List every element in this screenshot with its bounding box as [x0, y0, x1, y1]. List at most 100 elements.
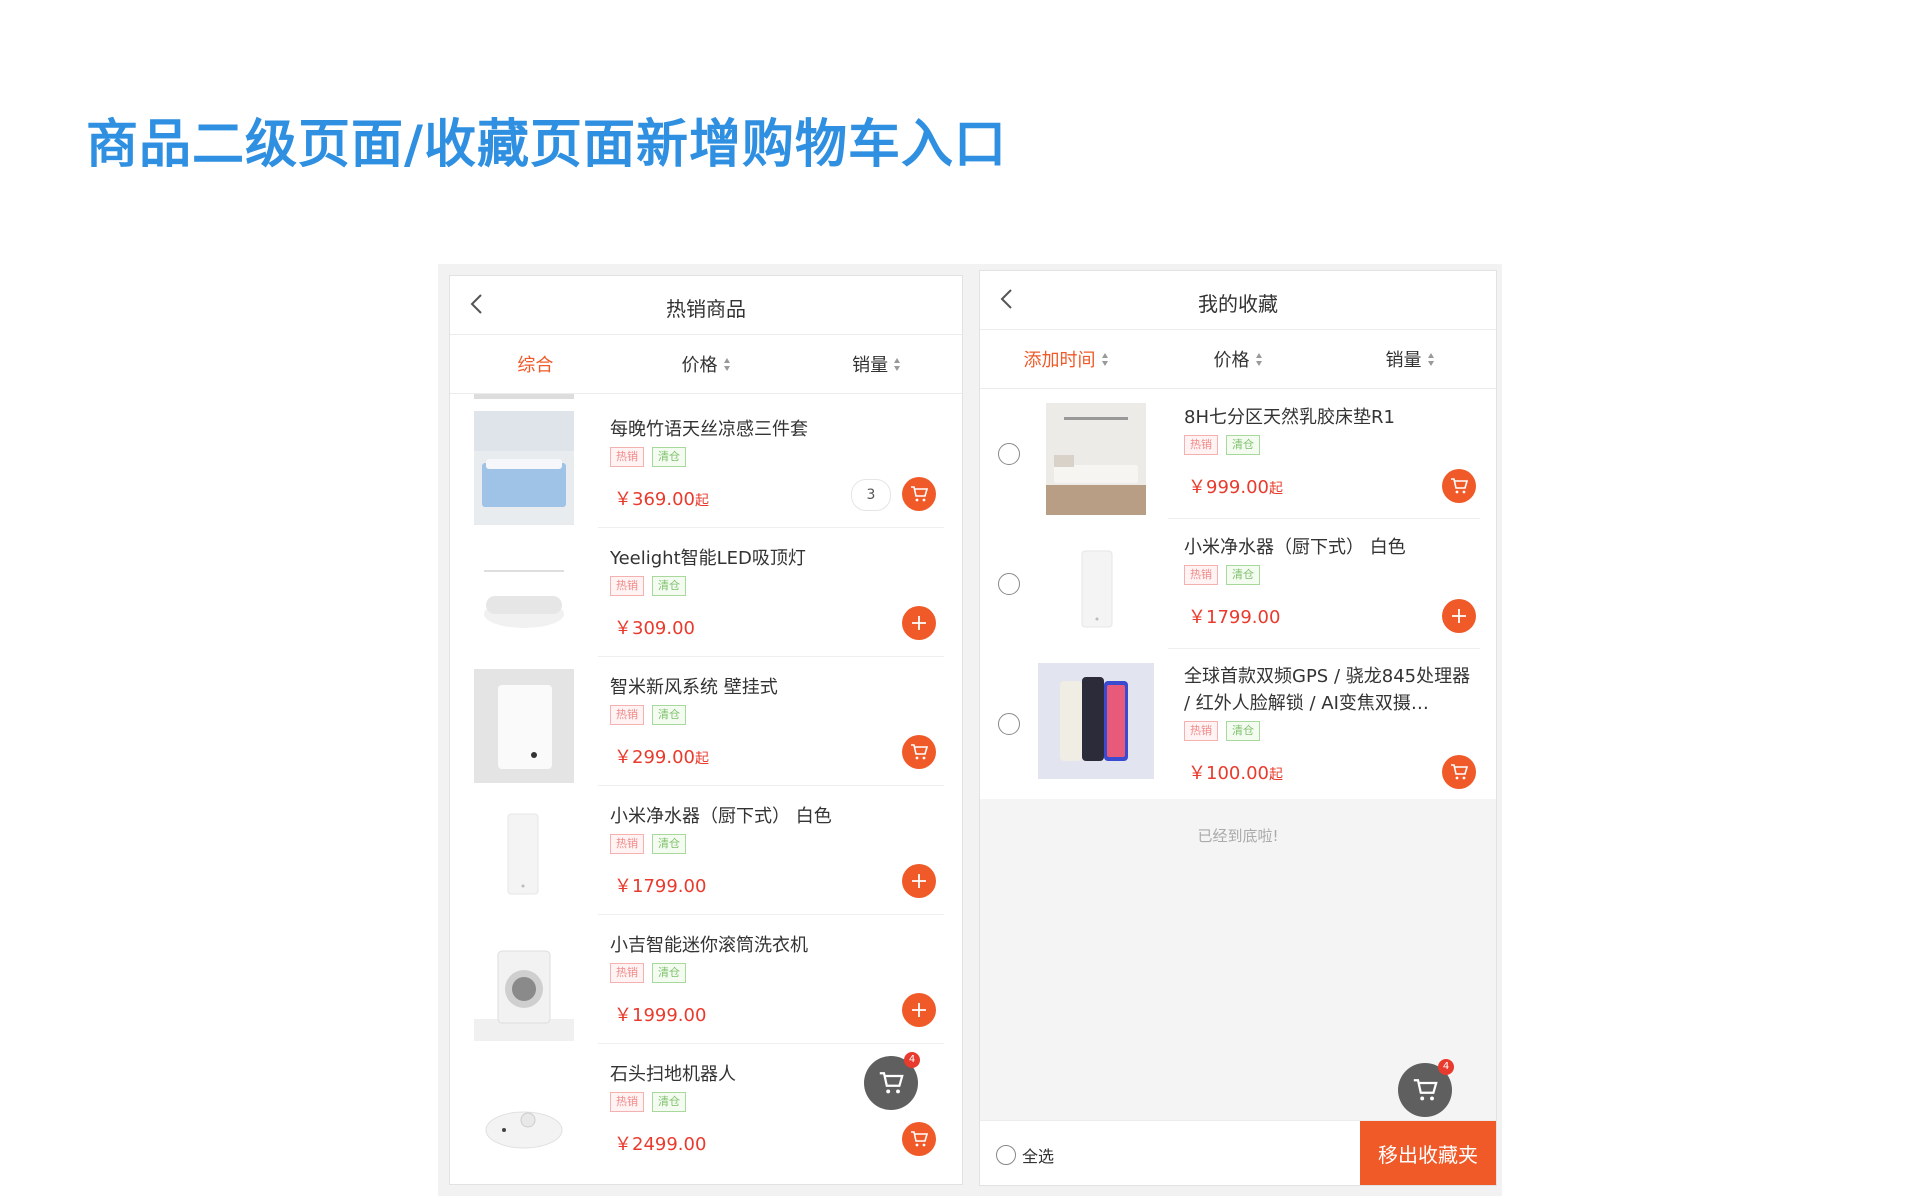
favorites-list: 8H七分区天然乳胶床垫R1 热销 清仓 ￥999.00起 小米净水器（厨下式） 白… [980, 389, 1496, 799]
hot-tag: 热销 [610, 576, 644, 596]
product-name: 每晚竹语天丝凉感三件套 [610, 419, 808, 440]
hot-tag: 热销 [610, 1092, 644, 1112]
sort-sales[interactable]: 销量 [1324, 330, 1496, 388]
remove-from-favorites-button[interactable]: 移出收藏夹 [1360, 1121, 1496, 1185]
add-button[interactable] [902, 606, 936, 640]
add-button[interactable] [902, 864, 936, 898]
page-title: 商品二级页面/收藏页面新增购物车入口 [86, 115, 1007, 175]
list-item[interactable]: 小米净水器（厨下式） 白色 热销 清仓 ￥1799.00 [980, 519, 1496, 649]
product-name: 小吉智能迷你滚筒洗衣机 [610, 935, 808, 956]
hot-products-screen: 热销商品 综合 价格 销量 每晚竹语天丝凉感三件套 热销 清仓 ￥369.00起 … [449, 275, 963, 1185]
clearance-tag: 清仓 [652, 1092, 686, 1112]
product-image [474, 669, 574, 783]
list-item[interactable]: 全球首款双频GPS / 骁龙845处理器 / 红外人脸解锁 / AI变焦双摄… … [980, 649, 1496, 799]
sort-comprehensive[interactable]: 综合 [450, 335, 621, 393]
price-value: ￥1999.00 [614, 1005, 707, 1026]
cart-icon [879, 1072, 904, 1094]
product-image [1038, 663, 1154, 779]
nav-bar: 我的收藏 [980, 271, 1496, 330]
add-button[interactable] [902, 993, 936, 1027]
add-to-cart-button[interactable] [902, 477, 936, 511]
cart-count-badge: 4 [1438, 1059, 1454, 1075]
product-image [1046, 403, 1146, 515]
sort-sales[interactable]: 销量 [791, 335, 962, 393]
price-value: ￥1799.00 [1188, 607, 1281, 628]
hot-tag: 热销 [610, 447, 644, 467]
product-price: ￥369.00起 [614, 485, 709, 511]
product-name: 石头扫地机器人 [610, 1064, 736, 1085]
sort-arrows-icon [1101, 352, 1109, 366]
add-to-cart-button[interactable] [902, 735, 936, 769]
product-price: ￥2499.00 [614, 1130, 706, 1156]
hot-tag: 热销 [610, 834, 644, 854]
product-image [474, 927, 574, 1041]
floating-cart-button[interactable]: 4 [1398, 1059, 1454, 1117]
list-item[interactable]: 小吉智能迷你滚筒洗衣机 热销 清仓 ￥1999.00 [450, 915, 962, 1044]
clearance-tag: 清仓 [652, 705, 686, 725]
clearance-tag: 清仓 [1226, 721, 1260, 741]
price-suffix: 起 [694, 493, 709, 509]
select-radio[interactable] [998, 443, 1020, 465]
product-price: ￥1799.00 [614, 872, 706, 898]
nav-bar: 热销商品 [450, 276, 962, 335]
product-price: ￥1999.00 [614, 1001, 706, 1027]
select-all-toggle[interactable]: 全选 [996, 1143, 1054, 1167]
sort-price[interactable]: 价格 [621, 335, 792, 393]
product-image [474, 540, 574, 654]
nav-title: 我的收藏 [1198, 292, 1278, 316]
sort-bar: 综合 价格 销量 [450, 335, 962, 394]
select-all-radio[interactable] [996, 1145, 1016, 1165]
plus-icon [1452, 609, 1466, 623]
sort-label: 价格 [681, 355, 718, 376]
sort-price[interactable]: 价格 [1152, 330, 1324, 388]
clearance-tag: 清仓 [1226, 565, 1260, 585]
product-price: ￥1799.00 [1188, 603, 1280, 629]
product-price: ￥299.00起 [614, 743, 709, 769]
cart-count-badge: 4 [904, 1052, 920, 1068]
product-image [474, 798, 574, 912]
cart-icon [1413, 1079, 1438, 1101]
sort-added-time[interactable]: 添加时间 [980, 330, 1152, 388]
clearance-tag: 清仓 [652, 447, 686, 467]
product-price: ￥309.00 [614, 614, 695, 640]
add-button[interactable] [1442, 599, 1476, 633]
product-image [474, 1056, 574, 1170]
price-value: ￥2499.00 [614, 1134, 707, 1155]
sort-arrows-icon [723, 357, 731, 371]
product-price: ￥999.00起 [1188, 473, 1283, 499]
add-to-cart-button[interactable] [1442, 755, 1476, 789]
list-item[interactable]: 8H七分区天然乳胶床垫R1 热销 清仓 ￥999.00起 [980, 389, 1496, 519]
hot-tag: 热销 [610, 705, 644, 725]
cart-icon [911, 486, 929, 502]
add-to-cart-button[interactable] [1442, 469, 1476, 503]
add-to-cart-button[interactable] [902, 1122, 936, 1156]
hot-tag: 热销 [610, 963, 644, 983]
price-value: ￥100.00 [1188, 763, 1269, 784]
clearance-tag: 清仓 [1226, 435, 1260, 455]
hot-tag: 热销 [1184, 435, 1218, 455]
sort-label: 综合 [517, 355, 554, 376]
select-radio[interactable] [998, 713, 1020, 735]
nav-title: 热销商品 [666, 297, 746, 321]
cart-icon [911, 744, 929, 760]
price-value: ￥999.00 [1188, 477, 1269, 498]
select-radio[interactable] [998, 573, 1020, 595]
hot-tag: 热销 [1184, 565, 1218, 585]
product-name: 智米新风系统 壁挂式 [610, 677, 778, 698]
select-all-label: 全选 [1022, 1147, 1055, 1166]
sort-label: 添加时间 [1023, 350, 1096, 371]
product-name: 小米净水器（厨下式） 白色 [610, 806, 832, 827]
product-name: 小米净水器（厨下式） 白色 [1184, 537, 1406, 558]
price-value: ￥369.00 [614, 489, 695, 510]
list-item[interactable]: Yeelight智能LED吸顶灯 热销 清仓 ￥309.00 [450, 528, 962, 657]
plus-icon [912, 616, 926, 630]
floating-cart-button[interactable]: 4 [864, 1052, 920, 1110]
price-value: ￥299.00 [614, 747, 695, 768]
plus-icon [912, 1003, 926, 1017]
product-name: 8H七分区天然乳胶床垫R1 [1184, 407, 1395, 428]
price-value: ￥309.00 [614, 618, 695, 639]
clearance-tag: 清仓 [652, 834, 686, 854]
list-item[interactable]: 每晚竹语天丝凉感三件套 热销 清仓 ￥369.00起 3 [450, 399, 962, 528]
list-item[interactable]: 小米净水器（厨下式） 白色 热销 清仓 ￥1799.00 [450, 786, 962, 915]
list-item[interactable]: 智米新风系统 壁挂式 热销 清仓 ￥299.00起 [450, 657, 962, 786]
